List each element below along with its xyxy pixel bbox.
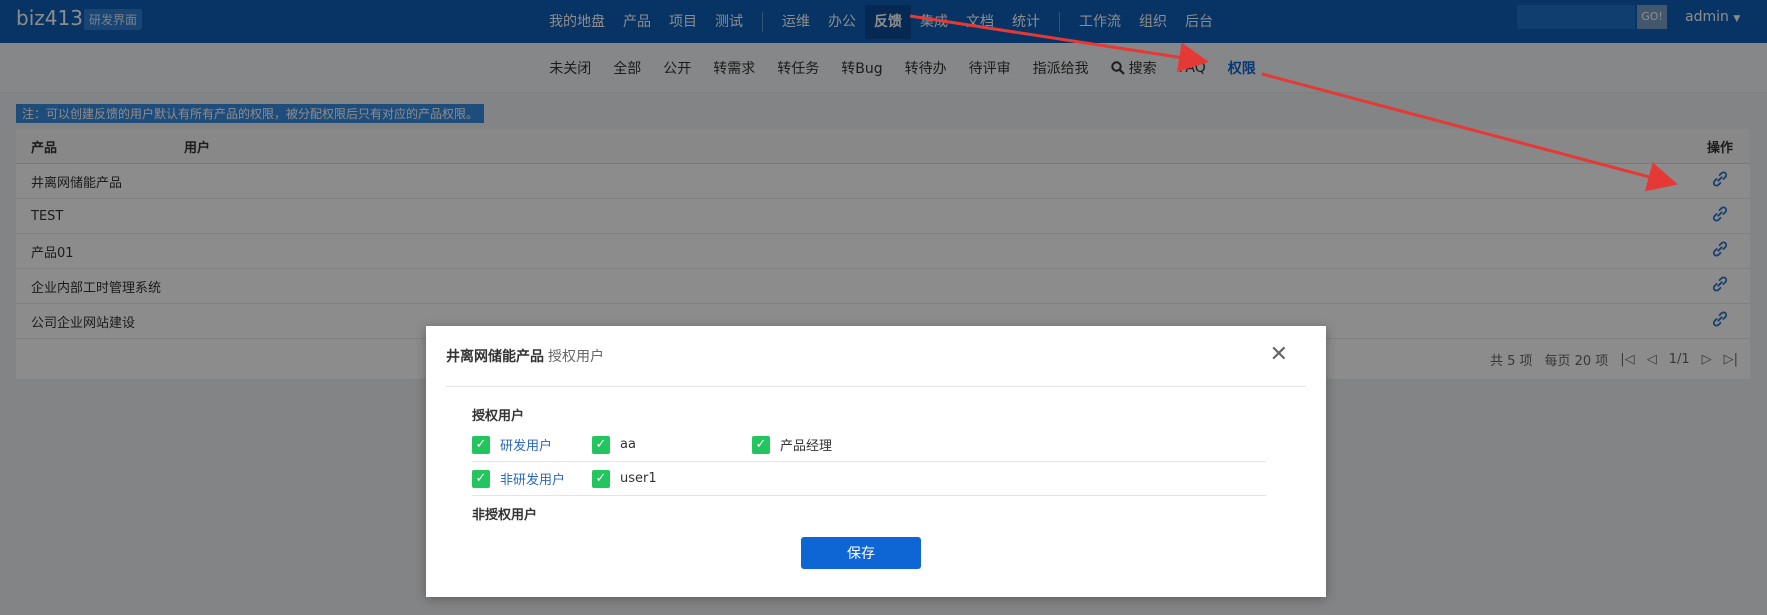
modal-header: 井离网储能产品 授权用户: [446, 326, 1306, 387]
unauthorized-section-title: 非授权用户: [472, 508, 538, 523]
group-label: 研发用户: [500, 439, 553, 454]
group-checkbox-dev[interactable]: ✓ 研发用户: [472, 435, 592, 454]
user-label: aa: [620, 437, 636, 452]
modal-title: 井离网储能产品: [446, 349, 544, 365]
user-group-row: ✓ 研发用户 ✓ aa ✓ 产品经理: [472, 428, 1266, 462]
modal-body: 授权用户 ✓ 研发用户 ✓ aa ✓ 产品经理 ✓ 非研发用户 ✓ user1: [472, 405, 1266, 523]
authorized-section-title: 授权用户: [472, 409, 525, 424]
authorize-modal: 井离网储能产品 授权用户 ✕ 授权用户 ✓ 研发用户 ✓ aa ✓ 产品经理 ✓…: [426, 326, 1326, 597]
group-checkbox-nondev[interactable]: ✓ 非研发用户: [472, 469, 592, 488]
checkbox-checked-icon[interactable]: ✓: [752, 435, 770, 454]
checkbox-checked-icon[interactable]: ✓: [592, 469, 610, 488]
checkbox-checked-icon[interactable]: ✓: [472, 469, 490, 488]
checkbox-checked-icon[interactable]: ✓: [472, 435, 490, 454]
checkbox-checked-icon[interactable]: ✓: [592, 435, 610, 454]
user-checkbox[interactable]: ✓ aa: [592, 435, 752, 454]
user-checkbox[interactable]: ✓ user1: [592, 469, 752, 488]
user-group-row: ✓ 非研发用户 ✓ user1: [472, 462, 1266, 496]
user-checkbox[interactable]: ✓ 产品经理: [752, 435, 832, 454]
group-label: 非研发用户: [500, 473, 566, 488]
user-label: user1: [620, 471, 657, 486]
modal-subtitle: 授权用户: [548, 349, 604, 365]
save-button[interactable]: 保存: [801, 537, 921, 569]
user-label: 产品经理: [780, 439, 833, 454]
close-icon[interactable]: ✕: [1270, 342, 1288, 367]
